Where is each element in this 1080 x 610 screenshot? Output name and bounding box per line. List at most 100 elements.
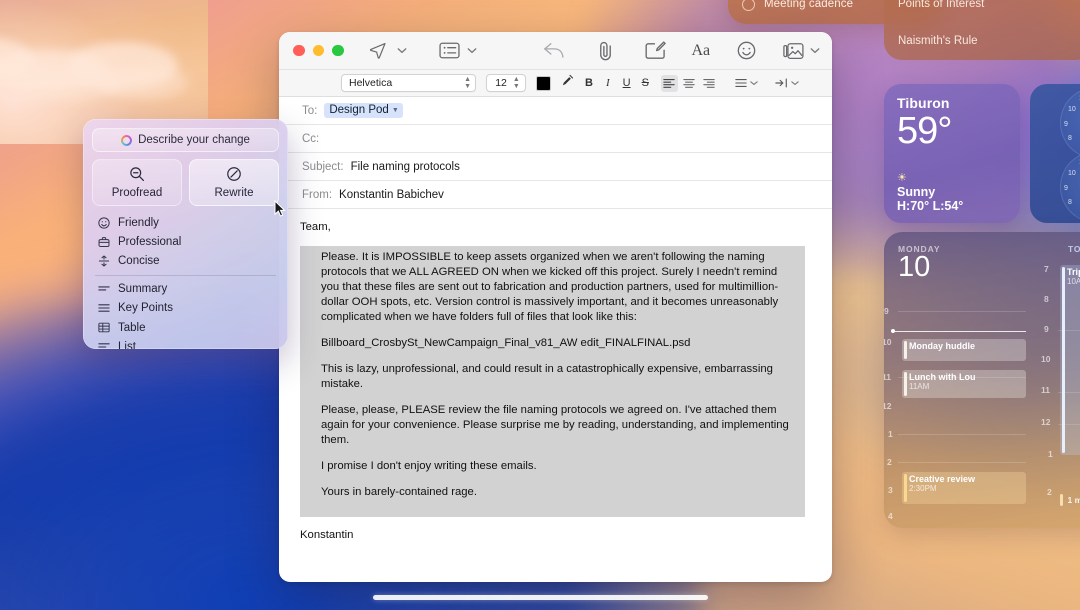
- tone-item-friendly[interactable]: Friendly: [92, 213, 279, 232]
- cc-field-row[interactable]: Cc:: [279, 125, 832, 153]
- clock-face-cupertino: CUP 12 11 10 9 8 7 6: [1060, 87, 1080, 159]
- calendar-event[interactable]: Trip to 10AM: [1060, 265, 1080, 455]
- emoji-icon[interactable]: [737, 41, 756, 60]
- photos-chevron-icon[interactable]: [810, 47, 820, 54]
- body-paragraph: This is lazy, unprofessional, and could …: [321, 363, 773, 391]
- describe-change-input[interactable]: Describe your change: [92, 128, 279, 152]
- writing-tools-divider: [95, 274, 276, 276]
- align-center-button[interactable]: [681, 75, 698, 92]
- reminder-item[interactable]: Meeting cadence: [728, 0, 867, 16]
- clock-numeral: 9: [1064, 121, 1068, 128]
- poi-item-0[interactable]: Points of Interest: [884, 0, 998, 23]
- recipient-token[interactable]: Design Pod ▼: [324, 103, 403, 118]
- calendar-gridline: [898, 434, 1026, 435]
- underline-button[interactable]: U: [623, 77, 631, 89]
- body-paragraph: Please. It is IMPOSSIBLE to keep assets …: [321, 251, 779, 324]
- send-options-chevron-icon[interactable]: [397, 47, 407, 54]
- writing-tools-format-list: Summary Key Points Table List: [92, 279, 279, 349]
- reply-icon[interactable]: [543, 41, 565, 60]
- calendar-event[interactable]: Lunch with Lou 11AM: [902, 370, 1026, 398]
- calendar-hour-label: 11: [884, 372, 891, 382]
- bold-button[interactable]: B: [585, 77, 593, 89]
- header-fields-chevron-icon[interactable]: [467, 47, 477, 54]
- home-indicator[interactable]: [373, 595, 708, 600]
- calendar-hour-label: 12: [1041, 417, 1051, 427]
- format-item-table[interactable]: Table: [92, 318, 279, 337]
- calendar-hour-label: 4: [888, 511, 893, 521]
- tone-label: Friendly: [118, 216, 159, 229]
- subject-field-value: File naming protocols: [350, 160, 460, 173]
- photos-icon[interactable]: [783, 42, 804, 60]
- calendar-gridline: [898, 462, 1026, 463]
- weather-condition: Sunny: [897, 185, 936, 199]
- calendar-event-time: 11AM: [909, 382, 930, 391]
- calendar-event[interactable]: Monday huddle: [902, 339, 1026, 361]
- calendar-column-today: MONDAY 10 9 10 11 12 1 2 3 4 Monday hudd…: [884, 232, 1032, 528]
- subject-field-label: Subject:: [302, 160, 344, 173]
- calendar-more-row[interactable]: 1 more: [1060, 494, 1080, 506]
- align-left-button[interactable]: [660, 74, 678, 92]
- circle-unchecked-icon[interactable]: [742, 0, 755, 11]
- align-right-button[interactable]: [701, 75, 718, 92]
- highlight-icon[interactable]: [560, 74, 574, 93]
- calendar-daynum: 10: [898, 251, 931, 283]
- format-aa-icon[interactable]: Aa: [692, 42, 711, 60]
- points-of-interest-widget[interactable]: Points of Interest Naismith's Rule: [884, 0, 1080, 60]
- writing-tools-tone-list: Friendly Professional Concise: [92, 213, 279, 271]
- calendar-current-time-dot: [891, 329, 895, 333]
- tone-item-professional[interactable]: Professional: [92, 232, 279, 251]
- weather-widget[interactable]: Tiburon 59° ☀ Sunny H:70° L:54°: [884, 84, 1020, 223]
- format-item-list[interactable]: List: [92, 337, 279, 349]
- calendar-event-title: Lunch with Lou: [909, 372, 976, 382]
- zoom-button[interactable]: [332, 44, 344, 57]
- subject-field-row[interactable]: Subject: File naming protocols: [279, 153, 832, 181]
- header-fields-icon[interactable]: [438, 42, 460, 59]
- italic-button[interactable]: I: [606, 77, 610, 89]
- format-item-key-points[interactable]: Key Points: [92, 299, 279, 318]
- font-size-select[interactable]: 12 ▲ ▼: [486, 74, 526, 92]
- event-color-bar: [1062, 267, 1065, 453]
- format-item-summary[interactable]: Summary: [92, 279, 279, 298]
- calendar-hour-label: 11: [1041, 385, 1050, 395]
- calendar-widget[interactable]: MONDAY 10 9 10 11 12 1 2 3 4 Monday hudd…: [884, 232, 1080, 528]
- proofread-button[interactable]: Proofread: [92, 159, 182, 206]
- body-paragraph: Billboard_CrosbySt_NewCampaign_Final_v81…: [321, 337, 691, 350]
- table-grid-icon: [97, 322, 110, 333]
- calendar-event[interactable]: Creative review 2:30PM: [902, 472, 1026, 504]
- attachment-icon[interactable]: [596, 41, 615, 61]
- poi-item-1[interactable]: Naismith's Rule: [884, 23, 992, 60]
- tone-item-concise[interactable]: Concise: [92, 252, 279, 271]
- strikethrough-button[interactable]: S: [642, 77, 649, 89]
- world-clock-widget[interactable]: CUP 12 11 10 9 8 7 6 SYD 12 11 10 9 8 7 …: [1030, 84, 1080, 223]
- rewrite-button[interactable]: Rewrite: [189, 159, 279, 206]
- mail-body[interactable]: Team, Please. It is IMPOSSIBLE to keep a…: [279, 209, 832, 543]
- calendar-event-title: Monday huddle: [909, 341, 975, 351]
- calendar-hour-label: 2: [887, 457, 892, 467]
- from-field-row[interactable]: From: Konstantin Babichev: [279, 181, 832, 209]
- body-paragraph: Please, please, PLEASE review the file n…: [321, 404, 789, 447]
- mail-format-bar[interactable]: Helvetica ▲ ▼ 12 ▲ ▼ B I U S: [279, 70, 832, 97]
- summary-lines-icon: [97, 285, 110, 294]
- list-style-button[interactable]: [735, 78, 758, 88]
- text-color-swatch[interactable]: [536, 75, 551, 91]
- send-icon[interactable]: [368, 41, 387, 60]
- body-selected-text[interactable]: Please. It is IMPOSSIBLE to keep assets …: [300, 246, 805, 518]
- mail-compose-window[interactable]: Aa Helvetica ▲ ▼ 12 ▲ ▼ B I U S To: Desi…: [279, 32, 832, 582]
- markup-icon[interactable]: [645, 41, 666, 60]
- calendar-hour-label: 9: [884, 306, 889, 316]
- window-traffic-lights[interactable]: [279, 44, 344, 57]
- font-family-select[interactable]: Helvetica ▲ ▼: [341, 74, 476, 92]
- body-paragraph: I promise I don't enjoy writing these em…: [321, 460, 537, 473]
- calendar-hour-label: 1: [888, 429, 893, 439]
- cloud-shape: [98, 66, 188, 100]
- indent-button[interactable]: [775, 78, 799, 88]
- format-label: Summary: [118, 283, 168, 296]
- to-field-row[interactable]: To: Design Pod ▼: [279, 97, 832, 125]
- writing-tools-panel[interactable]: Describe your change Proofread Rewrite F…: [83, 119, 288, 349]
- chevron-down-icon[interactable]: ▼: [392, 107, 399, 114]
- calendar-event-title: Trip to: [1067, 267, 1080, 277]
- sparkle-icon: [121, 134, 133, 146]
- tone-label: Concise: [118, 255, 160, 268]
- close-button[interactable]: [293, 44, 305, 57]
- minimize-button[interactable]: [312, 44, 324, 57]
